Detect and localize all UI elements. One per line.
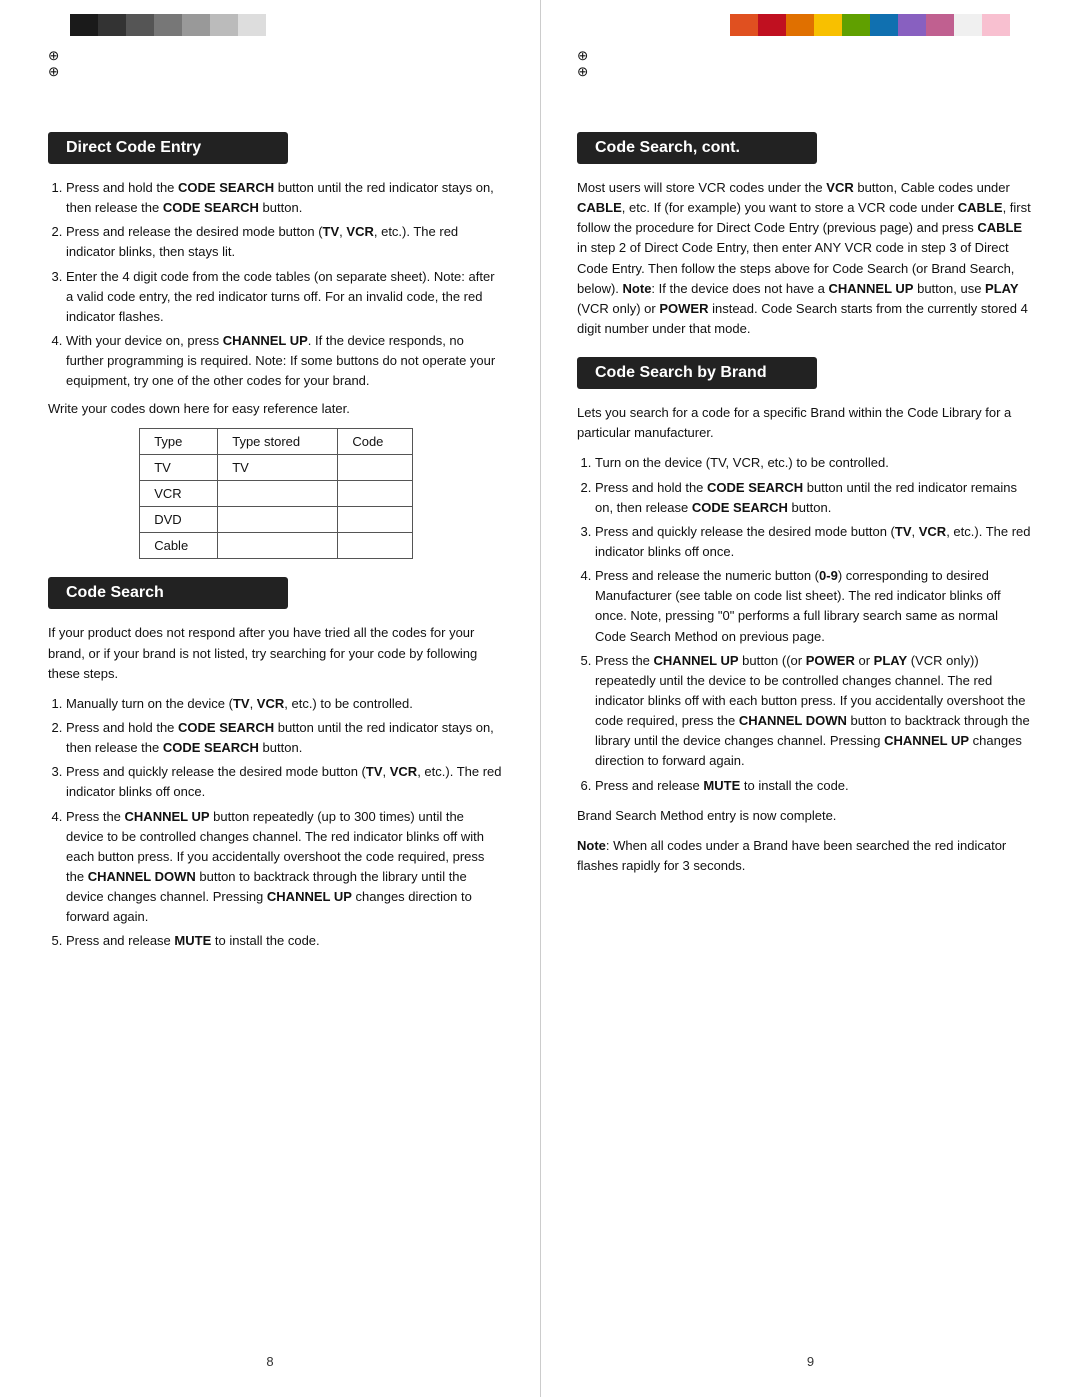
corner-mark-br: ⊕: [577, 64, 1032, 80]
step-item: Press and release MUTE to install the co…: [595, 776, 1032, 796]
table-header: Type: [140, 429, 218, 455]
table-header: Type stored: [218, 429, 338, 455]
corner-mark-bl: ⊕: [48, 64, 504, 80]
step-item: Enter the 4 digit code from the code tab…: [66, 267, 504, 327]
direct-code-entry-header: Direct Code Entry: [48, 132, 288, 164]
page-number-left: 8: [266, 1354, 273, 1369]
code-search-cont-section: Code Search, cont. Most users will store…: [577, 132, 1032, 339]
code-search-brand-section: Code Search by Brand Lets you search for…: [577, 357, 1032, 876]
code-search-brand-header: Code Search by Brand: [577, 357, 817, 389]
brand-search-footer-note: Note: When all codes under a Brand have …: [577, 836, 1032, 876]
write-note: Write your codes down here for easy refe…: [48, 401, 504, 416]
corner-mark-tr: ⊕: [577, 48, 1032, 64]
direct-code-entry-section: Direct Code Entry Press and hold the COD…: [48, 132, 504, 559]
step-item: Press the CHANNEL UP button repeatedly (…: [66, 807, 504, 928]
table-row: Cable: [140, 533, 413, 559]
step-item: Press and quickly release the desired mo…: [595, 522, 1032, 562]
step-item: Manually turn on the device (TV, VCR, et…: [66, 694, 504, 714]
step-item: Press and hold the CODE SEARCH button un…: [66, 178, 504, 218]
brand-search-footer: Brand Search Method entry is now complet…: [577, 806, 1032, 826]
code-search-intro: If your product does not respond after y…: [48, 623, 504, 683]
step-item: Press and hold the CODE SEARCH button un…: [66, 718, 504, 758]
step-item: Press and release MUTE to install the co…: [66, 931, 504, 951]
code-search-cont-body: Most users will store VCR codes under th…: [577, 178, 1032, 339]
table-row: TVTV: [140, 455, 413, 481]
page-number-right: 9: [807, 1354, 814, 1369]
corner-mark-tl: ⊕: [48, 48, 504, 64]
table-row: DVD: [140, 507, 413, 533]
code-search-section: Code Search If your product does not res…: [48, 577, 504, 951]
step-item: With your device on, press CHANNEL UP. I…: [66, 331, 504, 391]
table-header: Code: [338, 429, 412, 455]
code-search-steps: Manually turn on the device (TV, VCR, et…: [48, 694, 504, 952]
right-page: ⊕ ⊕ Code Search, cont. Most users will s…: [540, 0, 1080, 1397]
code-search-brand-steps: Turn on the device (TV, VCR, etc.) to be…: [577, 453, 1032, 795]
step-item: Press and release the desired mode butto…: [66, 222, 504, 262]
step-item: Press and release the numeric button (0-…: [595, 566, 1032, 647]
code-search-cont-header: Code Search, cont.: [577, 132, 817, 164]
code-search-brand-intro: Lets you search for a code for a specifi…: [577, 403, 1032, 443]
step-item: Turn on the device (TV, VCR, etc.) to be…: [595, 453, 1032, 473]
code-reference-table: Type Type stored Code TVTV VCR DVD Cable: [139, 428, 413, 559]
direct-code-entry-steps: Press and hold the CODE SEARCH button un…: [48, 178, 504, 391]
left-page: ⊕ ⊕ Direct Code Entry Press and hold the…: [0, 0, 540, 1397]
step-item: Press the CHANNEL UP button ((or POWER o…: [595, 651, 1032, 772]
color-bar-right: [730, 14, 1010, 36]
code-search-header: Code Search: [48, 577, 288, 609]
step-item: Press and quickly release the desired mo…: [66, 762, 504, 802]
step-item: Press and hold the CODE SEARCH button un…: [595, 478, 1032, 518]
table-row: VCR: [140, 481, 413, 507]
color-bar-left: [70, 14, 266, 36]
